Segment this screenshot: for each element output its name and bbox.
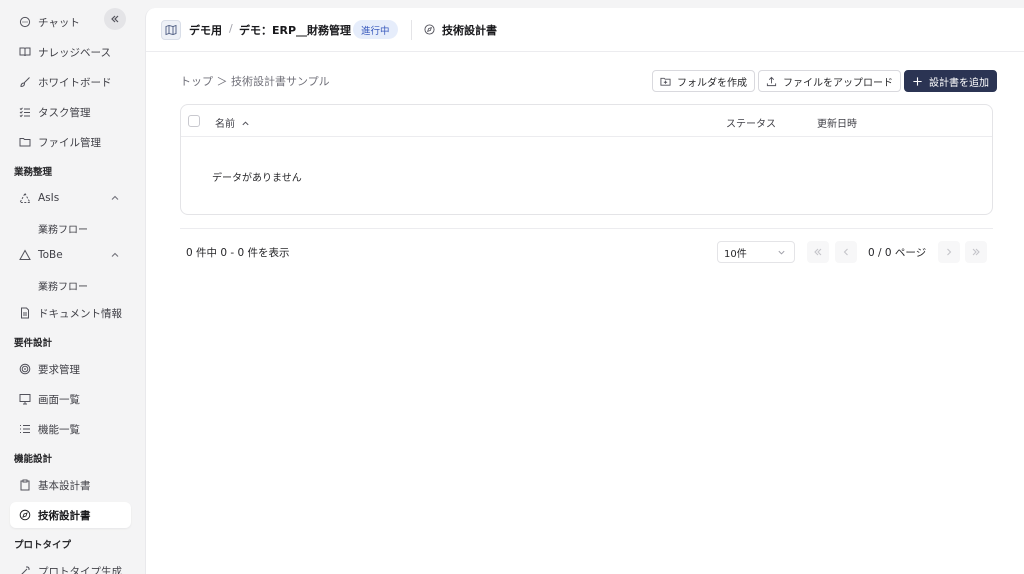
sidebar-item-label: AsIs xyxy=(38,192,60,204)
sidebar-item-label: ToBe xyxy=(38,249,63,261)
sidebar-item-task-management[interactable]: タスク管理 xyxy=(10,99,131,125)
chevron-up-icon[interactable] xyxy=(109,192,121,204)
sidebar-item-screen-list[interactable]: 画面一覧 xyxy=(10,386,131,412)
double-chevron-right-icon xyxy=(972,248,980,256)
first-page-button[interactable] xyxy=(807,241,829,263)
section-label-business: 業務整理 xyxy=(14,167,53,178)
sidebar-item-function-list[interactable]: 機能一覧 xyxy=(10,416,131,442)
section-label-prototype: プロトタイプ xyxy=(14,540,72,551)
sidebar-item-tech-design[interactable]: 技術設計書 xyxy=(10,502,131,528)
prev-page-button[interactable] xyxy=(835,241,857,263)
sidebar-item-whiteboard[interactable]: ホワイトボード xyxy=(10,69,131,95)
sidebar-item-chat[interactable]: チャット xyxy=(10,9,131,35)
per-page-value: 10件 xyxy=(724,248,747,260)
sidebar-item-label: タスク管理 xyxy=(38,106,91,119)
chat-icon xyxy=(19,16,31,28)
subproject-name[interactable]: デモ：ERP__財務管理 xyxy=(239,22,351,38)
section-label-requirements: 要件設計 xyxy=(14,338,53,349)
project-name[interactable]: デモ用 xyxy=(189,22,222,38)
upload-file-button[interactable]: ファイルをアップロード xyxy=(758,70,901,92)
map-icon[interactable] xyxy=(161,20,181,40)
triangle-icon xyxy=(19,249,31,261)
monitor-icon xyxy=(19,393,31,405)
page-header: デモ用 / デモ：ERP__財務管理 進行中 技術設計書 xyxy=(146,8,1024,52)
sidebar-item-label: チャット xyxy=(38,16,80,29)
brush-icon xyxy=(19,76,31,88)
result-count: 0 件中 0 - 0 件を表示 xyxy=(186,247,290,259)
sidebar-item-label: 機能一覧 xyxy=(38,423,80,436)
table-header: 名前 ステータス 更新日時 xyxy=(181,105,992,137)
column-header-status[interactable]: ステータス xyxy=(726,115,776,130)
sidebar-item-label: ドキュメント情報 xyxy=(38,307,122,320)
upload-file-label: ファイルをアップロード xyxy=(783,77,893,89)
sidebar-item-prototype-gen[interactable]: プロトタイプ生成 xyxy=(10,558,131,574)
task-list-icon xyxy=(19,106,31,118)
double-chevron-left-icon xyxy=(814,248,822,256)
sidebar-item-requirements[interactable]: 要求管理 xyxy=(10,356,131,382)
sidebar-item-label: 画面一覧 xyxy=(38,393,80,406)
folder-plus-icon xyxy=(660,77,671,86)
per-page-select[interactable]: 10件 xyxy=(717,241,795,263)
sidebar-item-label: ホワイトボード xyxy=(38,76,112,89)
wand-icon xyxy=(19,565,31,574)
upload-icon xyxy=(766,76,777,86)
list-icon xyxy=(19,423,31,435)
sidebar: チャット ナレッジベース ホワイトボード タスク管理 ファイル管理 業務整理 A… xyxy=(0,0,144,574)
column-header-name[interactable]: 名前 xyxy=(215,115,250,130)
create-folder-label: フォルダを作成 xyxy=(677,77,747,89)
sidebar-item-knowledge-base[interactable]: ナレッジベース xyxy=(10,39,131,65)
column-header-updated[interactable]: 更新日時 xyxy=(817,115,857,130)
add-design-label: 設計書を追加 xyxy=(929,77,989,89)
sidebar-item-file-management[interactable]: ファイル管理 xyxy=(10,129,131,155)
sidebar-item-asis-flow[interactable]: 業務フロー xyxy=(38,221,88,236)
dashed-triangle-icon xyxy=(19,192,31,204)
sidebar-item-tobe[interactable]: ToBe xyxy=(10,242,131,268)
header-divider xyxy=(411,20,412,40)
next-page-button[interactable] xyxy=(938,241,960,263)
breadcrumb[interactable]: トップ ＞ 技術設計書サンプル xyxy=(180,73,330,89)
empty-state-message: データがありません xyxy=(212,173,302,184)
create-folder-button[interactable]: フォルダを作成 xyxy=(652,70,755,92)
documents-table: 名前 ステータス 更新日時 データがありません xyxy=(180,104,993,215)
add-design-button[interactable]: 設計書を追加 xyxy=(904,70,997,92)
current-document-title: 技術設計書 xyxy=(442,24,497,37)
chevron-left-icon xyxy=(843,248,848,256)
chevron-up-icon xyxy=(242,121,249,126)
chevron-down-icon xyxy=(778,250,785,255)
folder-icon xyxy=(19,136,31,148)
clipboard-icon xyxy=(19,479,31,491)
status-badge: 進行中 xyxy=(353,20,398,39)
sidebar-item-document-info[interactable]: ドキュメント情報 xyxy=(10,300,131,326)
divider xyxy=(180,228,993,229)
target-icon xyxy=(19,363,31,375)
compass-icon xyxy=(424,24,435,35)
book-icon xyxy=(19,46,31,58)
sidebar-item-label: ファイル管理 xyxy=(38,136,101,149)
sidebar-item-label: 要求管理 xyxy=(38,363,80,376)
sidebar-item-label: 技術設計書 xyxy=(38,509,91,522)
breadcrumb-separator: / xyxy=(229,22,233,35)
sidebar-item-label: ナレッジベース xyxy=(38,46,111,59)
sidebar-item-label: プロトタイプ生成 xyxy=(38,565,122,574)
chevron-up-icon[interactable] xyxy=(109,249,121,261)
sidebar-item-basic-design[interactable]: 基本設計書 xyxy=(10,472,131,498)
sidebar-item-tobe-flow[interactable]: 業務フロー xyxy=(38,278,88,293)
last-page-button[interactable] xyxy=(965,241,987,263)
section-label-function: 機能設計 xyxy=(14,454,53,465)
sidebar-item-label: 基本設計書 xyxy=(38,479,91,492)
sidebar-item-asis[interactable]: AsIs xyxy=(10,185,131,211)
compass-icon xyxy=(19,509,31,521)
page-indicator: 0 / 0 ページ xyxy=(868,247,927,259)
main-panel: デモ用 / デモ：ERP__財務管理 進行中 技術設計書 トップ ＞ 技術設計書… xyxy=(145,8,1024,574)
select-all-checkbox[interactable] xyxy=(188,115,200,127)
document-icon xyxy=(19,307,31,319)
chevron-right-icon xyxy=(947,248,952,256)
plus-icon xyxy=(913,76,922,86)
column-header-name-label: 名前 xyxy=(215,119,235,130)
